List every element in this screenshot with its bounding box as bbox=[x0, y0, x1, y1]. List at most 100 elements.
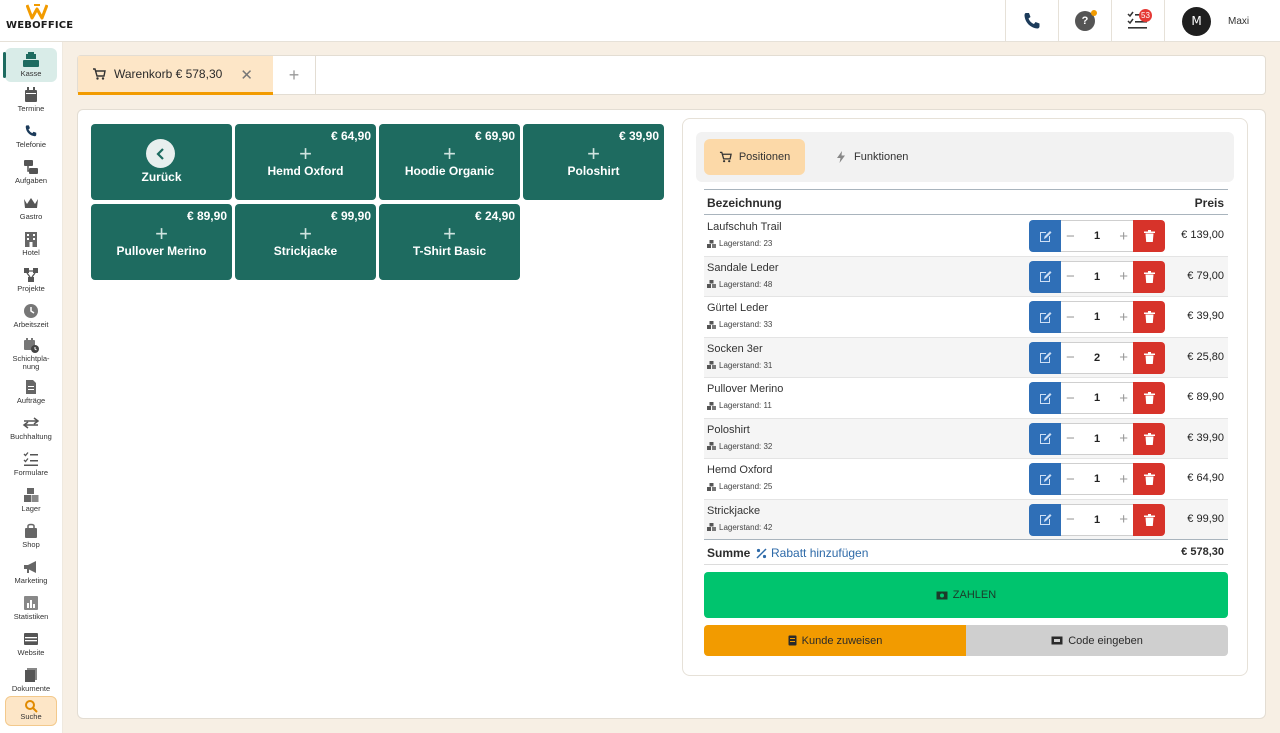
minus-icon[interactable]: − bbox=[1066, 471, 1075, 488]
product-price: € 64,90 bbox=[330, 129, 371, 143]
delete-button[interactable] bbox=[1133, 220, 1165, 252]
delete-button[interactable] bbox=[1133, 463, 1165, 495]
product-price: € 24,90 bbox=[474, 209, 515, 223]
plus-icon[interactable]: + bbox=[1119, 268, 1128, 285]
delete-button[interactable] bbox=[1133, 422, 1165, 455]
delete-button[interactable] bbox=[1133, 301, 1165, 333]
product-tile[interactable]: € 69,90 + Hoodie Organic bbox=[379, 124, 520, 200]
quantity-stepper[interactable]: − 1 + bbox=[1061, 301, 1133, 333]
add-discount-link[interactable]: Rabatt hinzufügen bbox=[756, 546, 868, 560]
sidebar-item-projekte[interactable]: Projekte bbox=[5, 267, 57, 301]
sidebar-item-arbeitszeit[interactable]: Arbeitszeit bbox=[5, 303, 57, 337]
minus-icon[interactable]: − bbox=[1066, 430, 1075, 447]
logo[interactable]: WEBOFFICE bbox=[6, 4, 73, 38]
sidebar-item-schichtplanung[interactable]: Schichtpla- nung bbox=[5, 337, 57, 377]
quantity-stepper[interactable]: − 1 + bbox=[1061, 503, 1133, 536]
trash-icon bbox=[1143, 513, 1155, 526]
add-tab-button[interactable]: + bbox=[273, 56, 316, 95]
tab-warenkorb[interactable]: Warenkorb € 578,30 ✕ bbox=[78, 56, 273, 95]
quantity-value[interactable]: 1 bbox=[1094, 514, 1100, 526]
edit-button[interactable] bbox=[1029, 503, 1061, 536]
sidebar-item-buchhaltung[interactable]: Buchhaltung bbox=[5, 415, 57, 449]
cart-panel: Positionen Funktionen Bezeichnung Preis … bbox=[682, 118, 1248, 676]
sidebar-item-telefonie[interactable]: Telefonie bbox=[5, 123, 57, 157]
quantity-value[interactable]: 1 bbox=[1094, 473, 1100, 485]
minus-icon[interactable]: − bbox=[1066, 268, 1075, 285]
edit-button[interactable] bbox=[1029, 341, 1061, 374]
sidebar-item-marketing[interactable]: Marketing bbox=[5, 559, 57, 593]
delete-button[interactable] bbox=[1133, 341, 1165, 374]
plus-icon[interactable]: + bbox=[1119, 228, 1128, 245]
product-tile[interactable]: € 99,90 + Strickjacke bbox=[235, 204, 376, 280]
quantity-value[interactable]: 2 bbox=[1094, 352, 1100, 364]
sidebar-item-gastro[interactable]: Gastro bbox=[5, 195, 57, 229]
sidebar-item-label: Termine bbox=[17, 104, 45, 113]
edit-button[interactable] bbox=[1029, 220, 1061, 252]
cart-row: Hemd Oxford Lagerstand: 25 − 1 + € 64,90 bbox=[704, 459, 1228, 500]
quantity-value[interactable]: 1 bbox=[1094, 311, 1100, 323]
plus-icon[interactable]: + bbox=[1119, 349, 1128, 366]
user-menu[interactable]: M Maxi bbox=[1164, 0, 1280, 42]
trash-icon bbox=[1143, 473, 1155, 485]
quantity-stepper[interactable]: − 1 + bbox=[1061, 382, 1133, 414]
quantity-stepper[interactable]: − 1 + bbox=[1061, 260, 1133, 293]
tab-close-icon[interactable]: ✕ bbox=[240, 66, 253, 84]
delete-button[interactable] bbox=[1133, 260, 1165, 293]
tasks-button[interactable]: 53 bbox=[1111, 0, 1164, 42]
sidebar-item-label: Formulare bbox=[13, 468, 49, 477]
sidebar-item-website[interactable]: Website bbox=[5, 631, 57, 665]
minus-icon[interactable]: − bbox=[1066, 309, 1075, 326]
quantity-stepper[interactable]: − 1 + bbox=[1061, 463, 1133, 495]
plus-icon[interactable]: + bbox=[1119, 511, 1128, 528]
plus-icon[interactable]: + bbox=[1119, 309, 1128, 326]
sidebar-item-statistiken[interactable]: Statistiken bbox=[5, 595, 57, 629]
product-tile[interactable]: € 24,90 + T-Shirt Basic bbox=[379, 204, 520, 280]
sum-label: Summe bbox=[707, 546, 751, 560]
sidebar-item-formulare[interactable]: Formulare bbox=[5, 451, 57, 485]
assign-customer-button[interactable]: Kunde zuweisen bbox=[704, 625, 966, 656]
edit-button[interactable] bbox=[1029, 422, 1061, 455]
back-tile[interactable]: Zurück bbox=[91, 124, 232, 200]
delete-button[interactable] bbox=[1133, 503, 1165, 536]
sidebar-item-hotel[interactable]: Hotel bbox=[5, 231, 57, 265]
product-tile[interactable]: € 89,90 + Pullover Merino bbox=[91, 204, 232, 280]
plus-icon[interactable]: + bbox=[1119, 471, 1128, 488]
stock-text: Lagerstand: 25 bbox=[719, 482, 773, 491]
sidebar-item-suche[interactable]: Suche bbox=[5, 696, 57, 726]
cart-item-price: € 99,90 bbox=[1187, 512, 1224, 525]
sidebar-item-termine[interactable]: Termine bbox=[5, 87, 57, 121]
product-tile[interactable]: € 64,90 + Hemd Oxford bbox=[235, 124, 376, 200]
boxes-icon bbox=[707, 482, 716, 491]
quantity-controls: − 1 + bbox=[1029, 382, 1165, 414]
quantity-stepper[interactable]: − 1 + bbox=[1061, 422, 1133, 455]
sidebar-item-auftraege[interactable]: Aufträge bbox=[5, 379, 57, 413]
quantity-value[interactable]: 1 bbox=[1094, 271, 1100, 283]
edit-button[interactable] bbox=[1029, 260, 1061, 293]
minus-icon[interactable]: − bbox=[1066, 349, 1075, 366]
plus-icon[interactable]: + bbox=[1119, 390, 1128, 407]
sidebar-item-shop[interactable]: Shop bbox=[5, 523, 57, 557]
minus-icon[interactable]: − bbox=[1066, 511, 1075, 528]
pay-button[interactable]: ZAHLEN bbox=[704, 572, 1228, 618]
enter-code-button[interactable]: Code eingeben bbox=[966, 625, 1228, 656]
phone-button[interactable] bbox=[1005, 0, 1058, 42]
sidebar-item-lager[interactable]: Lager bbox=[5, 487, 57, 521]
quantity-value[interactable]: 1 bbox=[1094, 392, 1100, 404]
product-tile[interactable]: € 39,90 + Poloshirt bbox=[523, 124, 664, 200]
edit-button[interactable] bbox=[1029, 301, 1061, 333]
sidebar-item-kasse[interactable]: Kasse bbox=[3, 48, 57, 82]
delete-button[interactable] bbox=[1133, 382, 1165, 414]
minus-icon[interactable]: − bbox=[1066, 390, 1075, 407]
sidebar-item-aufgaben[interactable]: Aufgaben bbox=[5, 159, 57, 193]
quantity-value[interactable]: 1 bbox=[1094, 230, 1100, 242]
help-button[interactable]: ? bbox=[1058, 0, 1111, 42]
edit-button[interactable] bbox=[1029, 382, 1061, 414]
edit-button[interactable] bbox=[1029, 463, 1061, 495]
plus-icon[interactable]: + bbox=[1119, 430, 1128, 447]
tab-funktionen[interactable]: Funktionen bbox=[836, 139, 908, 175]
quantity-value[interactable]: 1 bbox=[1094, 433, 1100, 445]
tab-positionen[interactable]: Positionen bbox=[704, 139, 805, 175]
quantity-stepper[interactable]: − 2 + bbox=[1061, 341, 1133, 374]
quantity-stepper[interactable]: − 1 + bbox=[1061, 220, 1133, 252]
minus-icon[interactable]: − bbox=[1066, 228, 1075, 245]
